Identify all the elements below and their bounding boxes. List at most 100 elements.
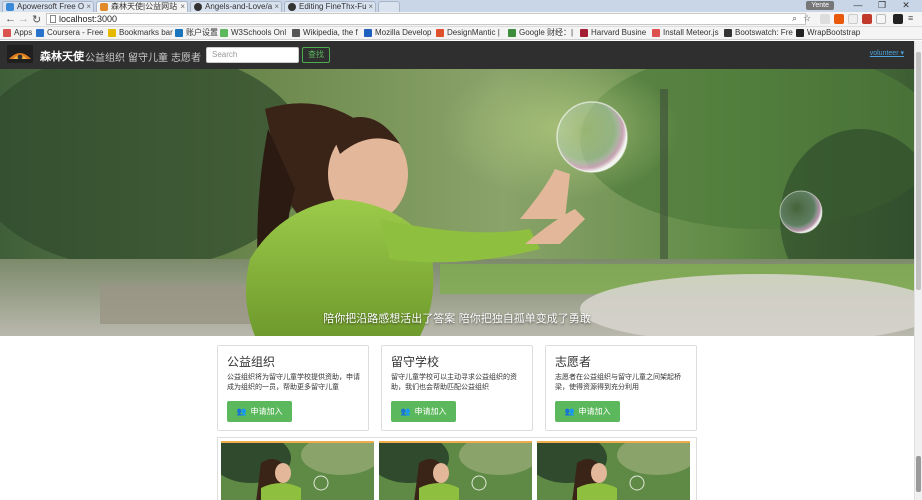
tab-label: Angels-and-Love/a <box>205 2 273 11</box>
wikipedia-icon <box>292 29 300 37</box>
site-navbar: 森林天使 公益组织 留守儿童 志愿者 Search 查找 volunteer ▾ <box>0 41 914 69</box>
browser-tab[interactable]: Editing FineThx-Fu × <box>284 1 376 12</box>
tab-label: Editing FineThx-Fu <box>299 2 367 11</box>
bookmark-item[interactable]: Google 财经：| <box>508 28 573 38</box>
volunteer-dropdown[interactable]: volunteer ▾ <box>870 49 904 57</box>
users-icon: 👥 <box>564 407 575 416</box>
logo-icon[interactable] <box>7 45 33 63</box>
tab-favicon-icon <box>6 3 14 11</box>
extension-icon[interactable] <box>876 14 886 24</box>
panel-title: 志愿者 <box>555 355 592 369</box>
bookmark-item[interactable]: Bookmarks bar <box>108 28 173 38</box>
site-brand[interactable]: 森林天使 <box>40 48 84 64</box>
bookmark-label: Mozilla Develop <box>375 28 432 37</box>
bookmark-label: Coursera - Free <box>47 28 104 37</box>
close-tab-icon[interactable]: × <box>180 2 185 12</box>
bookmark-star-icon[interactable]: ☆ <box>803 13 811 24</box>
panel-schools: 留守学校 留守儿童学校可以主动寻求公益组织的资助，我们也会帮助匹配公益组织 👥 申… <box>381 345 533 431</box>
folder-icon <box>108 29 116 37</box>
bookmark-label: WrapBootstrap <box>807 28 861 37</box>
thumbnail-image <box>379 443 532 500</box>
join-button[interactable]: 👥 申请加入 <box>391 401 456 422</box>
join-button[interactable]: 👥 申请加入 <box>227 401 292 422</box>
nav-link-volunteers[interactable]: 志愿者 <box>171 49 201 64</box>
extension-icon[interactable] <box>862 14 872 24</box>
bookmark-label: Wikipedia, the f <box>303 28 358 37</box>
extension-icon[interactable] <box>848 14 858 24</box>
hero-caption: 陪你把沿路感想活出了答案 陪你把独自孤单变成了勇敢 <box>323 312 591 325</box>
minimize-icon[interactable]: — <box>846 0 870 10</box>
bookmark-favicon-icon <box>508 29 516 37</box>
nav-link-children[interactable]: 留守儿童 <box>128 49 168 64</box>
extension-icon[interactable] <box>820 14 830 24</box>
bookmark-label: DesignMantic | <box>447 28 500 37</box>
bookmark-favicon-icon <box>220 29 228 37</box>
gallery-thumbnail[interactable] <box>221 441 374 500</box>
bookmark-item[interactable]: Wikipedia, the f <box>292 28 358 38</box>
bookmark-item[interactable]: W3Schools Onl <box>220 28 286 38</box>
bookmark-item[interactable]: Harvard Busine <box>580 28 646 38</box>
search-button[interactable]: 查找 <box>302 47 330 63</box>
tab-favicon-icon <box>100 3 108 11</box>
apps-icon <box>3 29 11 37</box>
panel-title: 留守学校 <box>391 355 440 369</box>
search-input[interactable]: Search <box>206 47 299 63</box>
extension-icon[interactable] <box>893 14 903 24</box>
bookmark-label: 账户设置 <box>186 28 218 37</box>
bookmark-label: Apps <box>14 28 33 37</box>
close-tab-icon[interactable]: × <box>86 2 91 12</box>
bookmark-label: Google 财经：| <box>519 28 574 37</box>
github-icon <box>288 3 296 11</box>
users-icon: 👥 <box>400 407 411 416</box>
office-icon[interactable] <box>834 14 844 24</box>
bookmark-item[interactable]: DesignMantic | <box>436 28 500 38</box>
panel-organizations: 公益组织 公益组织将为留守儿童学校提供资助，申请成为组织的一员，帮助更多留守儿童… <box>217 345 369 431</box>
users-icon: 👥 <box>236 407 247 416</box>
browser-tab[interactable]: Angels-and-Love/a × <box>190 1 282 12</box>
maximize-icon[interactable]: ❐ <box>870 0 894 11</box>
bookmark-item[interactable]: Mozilla Develop <box>364 28 431 38</box>
github-icon <box>194 3 202 11</box>
tab-label: Apowersoft Free O <box>17 2 85 11</box>
panel-text: 留守儿童学校可以主动寻求公益组织的资助，我们也会帮助匹配公益组织 <box>391 374 517 391</box>
bookmark-favicon-icon <box>724 29 732 37</box>
browser-tab[interactable]: Apowersoft Free O × <box>2 1 94 12</box>
bookmark-item[interactable]: 账户设置 <box>175 28 218 38</box>
bookmark-favicon-icon <box>652 29 660 37</box>
bookmark-favicon-icon <box>580 29 588 37</box>
bookmark-apps[interactable]: Apps <box>3 28 32 38</box>
address-bar[interactable]: localhost:3000 <box>46 13 806 25</box>
gallery-thumbnail[interactable] <box>379 441 532 500</box>
bookmark-item[interactable]: Coursera - Free <box>36 28 103 38</box>
browser-toolbar: ← → ↻ localhost:3000 ⌕ ☆ ≡ <box>0 12 922 27</box>
bookmark-label: Install Meteor.js <box>663 28 719 37</box>
thumbnail-image <box>221 443 374 500</box>
reload-icon[interactable]: ↻ <box>32 13 41 26</box>
close-window-icon[interactable]: ✕ <box>894 0 918 11</box>
gallery-thumbnail[interactable] <box>537 441 690 500</box>
bookmark-favicon-icon <box>36 29 44 37</box>
close-tab-icon[interactable]: × <box>274 2 279 12</box>
bookmark-label: Bookmarks bar <box>119 28 173 37</box>
bookmark-item[interactable]: WrapBootstrap <box>796 28 860 38</box>
join-button[interactable]: 👥 申请加入 <box>555 401 620 422</box>
thumbnail-image <box>537 443 690 500</box>
bookmark-label: Harvard Busine <box>591 28 647 37</box>
menu-icon[interactable]: ≡ <box>908 13 913 23</box>
zoom-icon[interactable]: ⌕ <box>792 13 797 24</box>
scrollbar-thumb-lower[interactable] <box>916 456 921 492</box>
nav-link-organizations[interactable]: 公益组织 <box>85 49 125 64</box>
page-info-icon[interactable] <box>50 15 56 23</box>
hero-image <box>0 69 914 336</box>
profile-badge[interactable]: Yente <box>806 1 834 10</box>
join-button-label: 申请加入 <box>414 407 447 416</box>
bookmark-favicon-icon <box>364 29 372 37</box>
back-arrow-icon[interactable]: ← <box>5 13 16 25</box>
bookmark-item[interactable]: Bootswatch: Fre <box>724 28 793 38</box>
new-tab-button[interactable] <box>378 1 400 12</box>
scrollbar-thumb[interactable] <box>916 52 921 290</box>
close-tab-icon[interactable]: × <box>368 2 373 12</box>
forward-arrow-icon[interactable]: → <box>18 13 29 25</box>
bookmark-item[interactable]: Install Meteor.js <box>652 28 719 38</box>
bookmark-favicon-icon <box>436 29 444 37</box>
